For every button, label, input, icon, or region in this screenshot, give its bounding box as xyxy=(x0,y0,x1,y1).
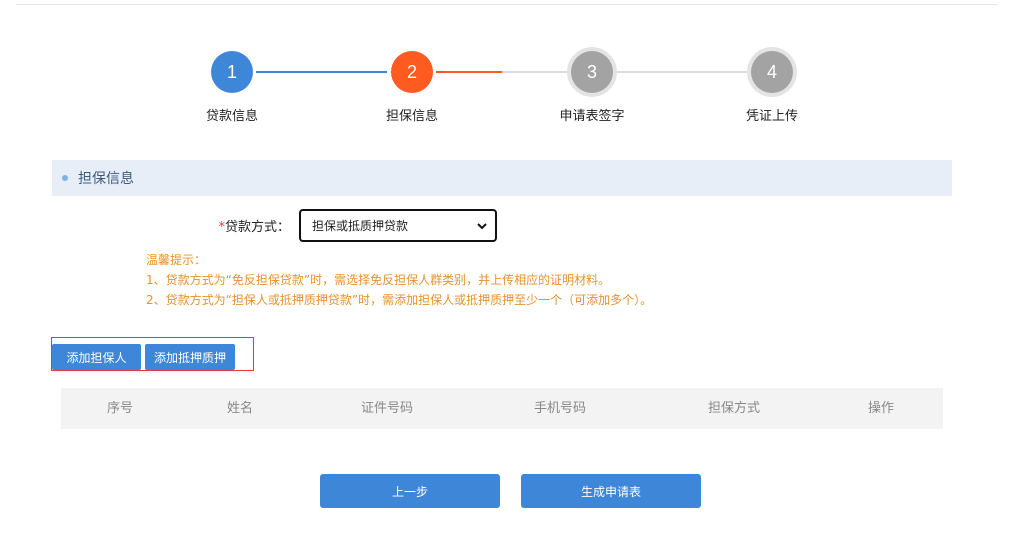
guarantee-table-header: 序号 姓名 证件号码 手机号码 担保方式 操作 xyxy=(61,388,943,429)
chevron-down-icon xyxy=(477,223,487,230)
step-label: 贷款信息 xyxy=(205,109,258,124)
step-number: 1 xyxy=(211,51,253,93)
column-header: 手机号码 xyxy=(533,401,587,416)
step-number: 4 xyxy=(751,51,793,93)
column-header: 操作 xyxy=(867,401,895,416)
column-header: 证件号码 xyxy=(360,401,414,416)
step-application-signing: 3 申请表签字 xyxy=(532,47,652,124)
add-guarantor-button[interactable]: 添加担保人 xyxy=(52,344,141,370)
step-loan-info: 1 贷款信息 xyxy=(172,47,292,124)
step-label: 申请表签字 xyxy=(559,109,625,124)
loan-method-label: *贷款方式： xyxy=(218,220,290,235)
step-guarantee-info: 2 担保信息 xyxy=(352,47,472,124)
step-number: 2 xyxy=(391,51,433,93)
tips-heading: 温馨提示： xyxy=(146,253,207,267)
column-header: 担保方式 xyxy=(707,401,761,416)
add-collateral-button[interactable]: 添加抵押质押 xyxy=(145,344,235,370)
step-number: 3 xyxy=(571,51,613,93)
generate-application-button[interactable]: 生成申请表 xyxy=(521,474,701,508)
loan-method-value: 担保或抵质押贷款 xyxy=(312,219,409,233)
step-voucher-upload: 4 凭证上传 xyxy=(712,47,832,124)
section-header: 担保信息 xyxy=(52,160,952,196)
tips-block: 温馨提示： 1、贷款方式为“免反担保贷款”时，需选择免反担保人群类别，并上传相应… xyxy=(146,250,652,310)
tips-line-1: 1、贷款方式为“免反担保贷款”时，需选择免反担保人群类别，并上传相应的证明材料。 xyxy=(146,273,611,287)
bullet-icon xyxy=(62,175,68,181)
prev-step-button[interactable]: 上一步 xyxy=(320,474,500,508)
tips-line-2: 2、贷款方式为“担保人或抵押质押贷款”时，需添加担保人或抵押质押至少一个（可添加… xyxy=(146,293,653,307)
column-header: 姓名 xyxy=(226,401,254,416)
column-header: 序号 xyxy=(106,401,134,416)
top-divider xyxy=(16,4,998,5)
step-label: 担保信息 xyxy=(385,109,438,124)
loan-method-select[interactable]: 担保或抵质押贷款 xyxy=(299,209,497,242)
section-title: 担保信息 xyxy=(78,171,134,187)
step-label: 凭证上传 xyxy=(745,109,798,124)
